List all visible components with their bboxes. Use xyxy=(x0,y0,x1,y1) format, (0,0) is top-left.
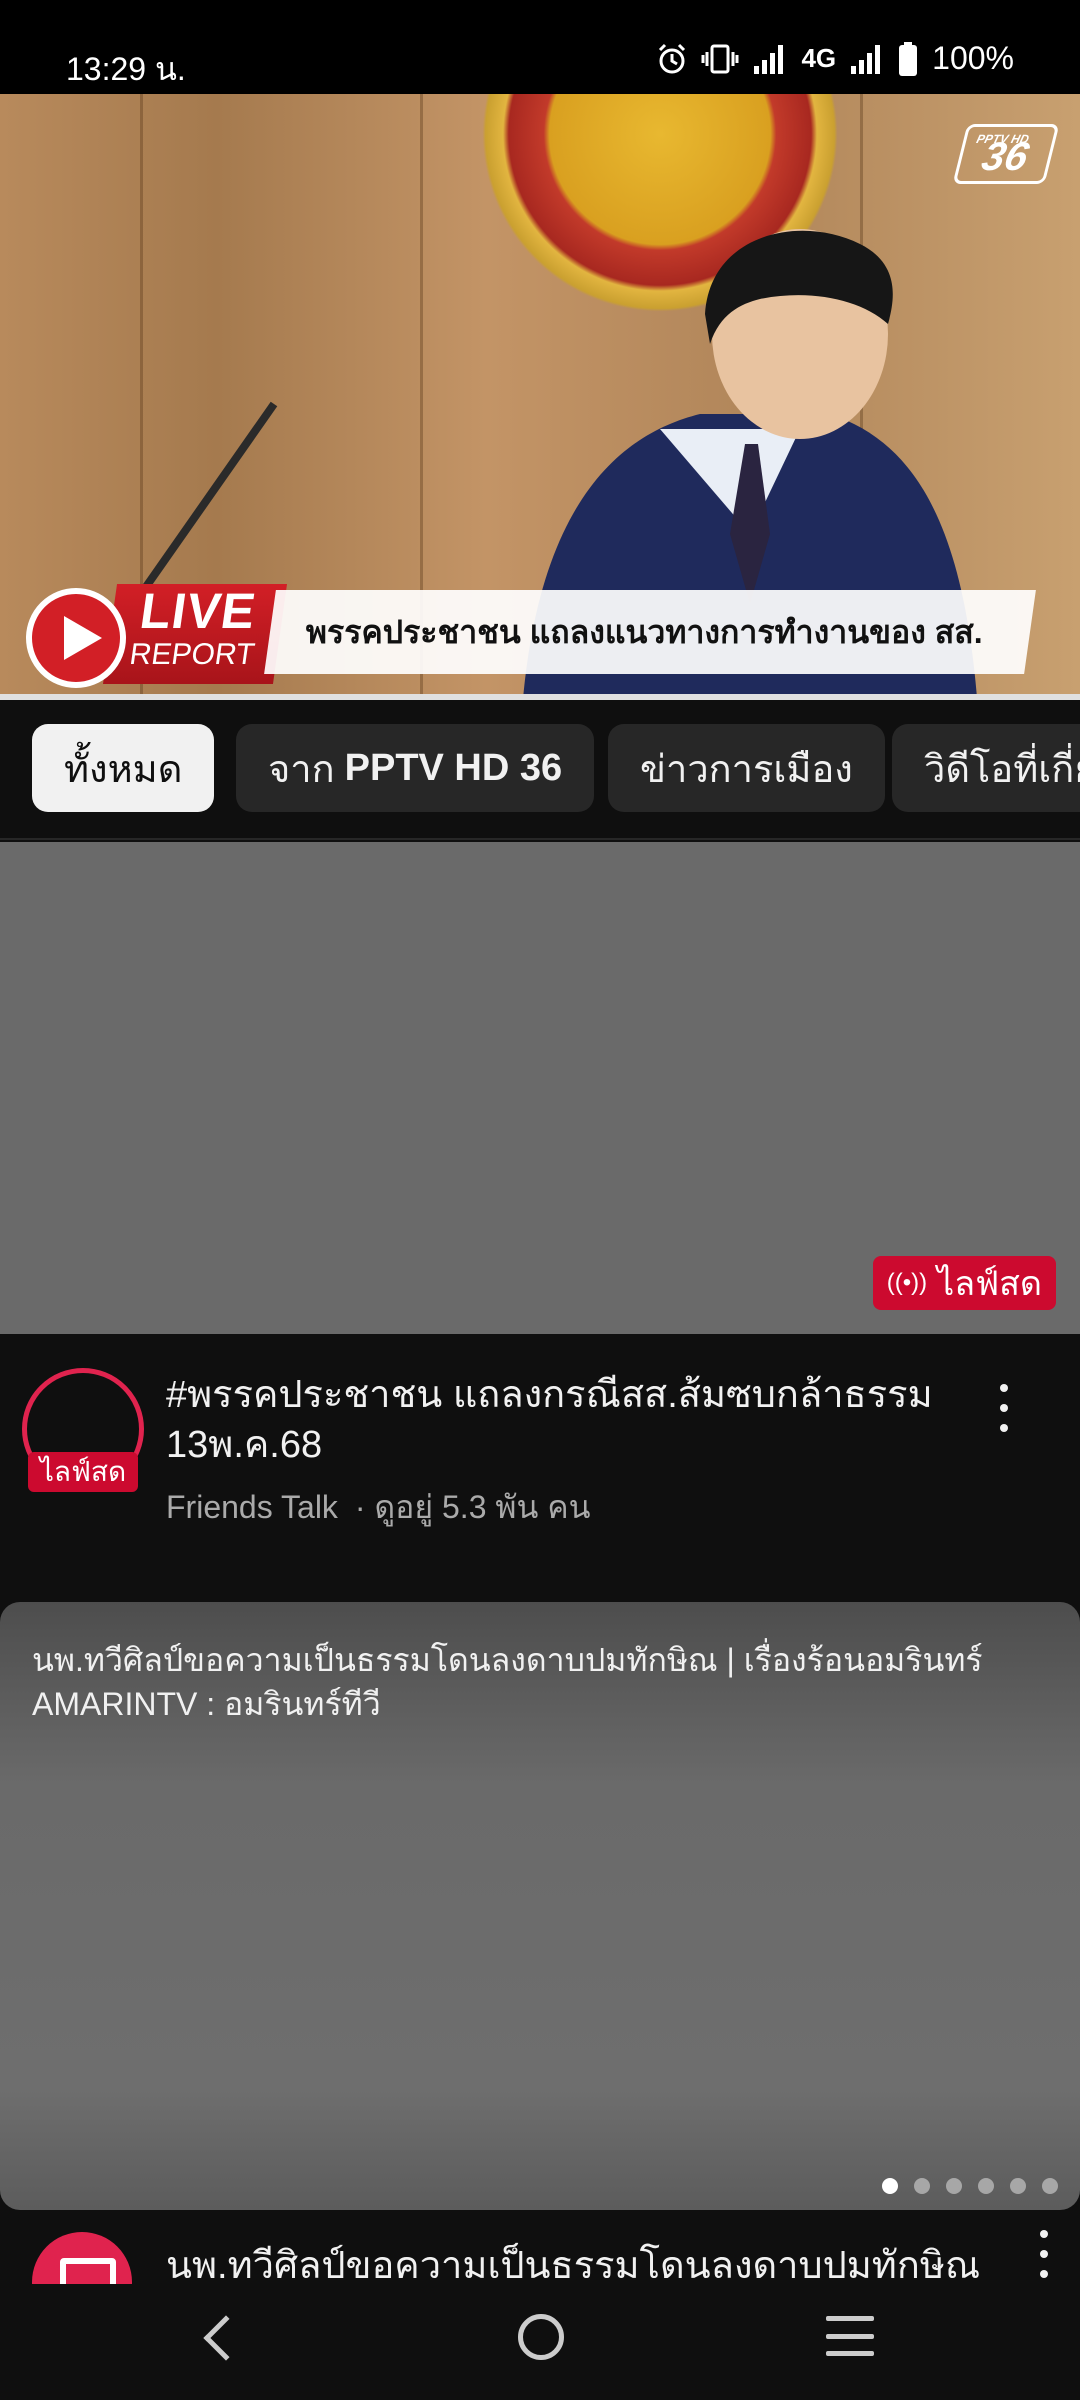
battery-percent: 100% xyxy=(932,40,1014,76)
carousel-dot xyxy=(1042,2178,1058,2194)
more-options-icon[interactable] xyxy=(984,1378,1024,1438)
report-label: REPORT xyxy=(127,638,257,671)
video-title: #พรรคประชาชน แถลงกรณีสส.ส้มซบกล้าธรรม 13… xyxy=(166,1374,933,1466)
chip-label-bold: PPTV HD 36 xyxy=(344,746,563,789)
recent-apps-icon[interactable] xyxy=(826,2316,874,2356)
video-thumbnail[interactable]: ((•)) ไลฟ์สด xyxy=(0,842,1080,1334)
preview-overlay-title: นพ.ทวีศิลป์ขอความเป็นธรรมโดนลงดาบปมทักษิ… xyxy=(32,1642,983,1722)
live-report-banner: LIVE REPORT พรรคประชาชน แถลงแนวทางการทำง… xyxy=(20,583,1036,688)
carousel-dot xyxy=(1010,2178,1026,2194)
carousel-dot xyxy=(914,2178,930,2194)
channel-logo: PPTV HD 36 xyxy=(952,124,1060,184)
channel-avatar[interactable] xyxy=(32,2232,132,2284)
alarm-icon xyxy=(659,43,686,73)
filter-chips: ทั้งหมด จาก PPTV HD 36 ข่าวการเมือง วิดีโ… xyxy=(0,700,1080,840)
status-time: 13:29 น. xyxy=(66,51,186,87)
vibrate-icon xyxy=(701,44,739,73)
video-title: นพ.ทวีศิลป์ขอความเป็นธรรมโดนลงดาบปมทักษิ… xyxy=(166,2245,981,2284)
video-player[interactable]: PPTV HD 36 LIVE REPORT พรรคประชาชน แถลงแน… xyxy=(0,94,1080,698)
live-badge-label: ไลฟ์สด xyxy=(937,1265,1042,1303)
carousel-dot xyxy=(978,2178,994,2194)
chip-label: ทั้งหมด xyxy=(64,748,183,791)
chip-politics[interactable]: ข่าวการเมือง xyxy=(608,724,885,812)
video-preview-card[interactable]: นพ.ทวีศิลป์ขอความเป็นธรรมโดนลงดาบปมทักษิ… xyxy=(0,1602,1080,2210)
back-icon[interactable] xyxy=(203,2315,249,2361)
viewer-count: · ดูอยู่ 5.3 พัน คน xyxy=(354,1489,591,1525)
more-options-icon[interactable] xyxy=(1024,2224,1064,2284)
video-subtitle: Friends Talk · ดูอยู่ 5.3 พัน คน xyxy=(166,1482,591,1533)
avatar-live-tag: ไลฟ์สด xyxy=(28,1452,138,1492)
signal-icon xyxy=(754,44,784,74)
carousel-dots xyxy=(882,2178,1058,2194)
status-bar: 13:29 น. 4G 100% xyxy=(0,0,1080,94)
headline-bar: พรรคประชาชน แถลงแนวทางการทำงานของ สส. xyxy=(264,590,1036,674)
live-broadcast-icon: ((•)) xyxy=(886,1269,928,1296)
video-info[interactable]: นพ.ทวีศิลป์ขอความเป็นธรรมโดนลงดาบปมทักษิ… xyxy=(0,2210,1080,2284)
system-nav-bar xyxy=(0,2284,1080,2400)
live-report-box: LIVE REPORT xyxy=(102,583,288,684)
live-badge: ((•)) ไลฟ์สด xyxy=(872,1256,1056,1310)
chip-related[interactable]: วิดีโอที่เกี่ย xyxy=(892,724,1080,812)
status-icons: 4G 100% xyxy=(657,40,1014,77)
video-info[interactable]: ไลฟ์สด #พรรคประชาชน แถลงกรณีสส.ส้มซบกล้า… xyxy=(0,1334,1080,1602)
chip-all[interactable]: ทั้งหมด xyxy=(32,724,215,812)
play-icon xyxy=(26,588,126,688)
carousel-dot xyxy=(946,2178,962,2194)
battery-icon xyxy=(899,41,918,76)
live-label: LIVE xyxy=(136,583,260,639)
signal-icon-2 xyxy=(851,44,881,74)
carousel-dot xyxy=(882,2178,898,2194)
channel-name: Friends Talk xyxy=(166,1489,338,1525)
chip-label: วิดีโอที่เกี่ย xyxy=(924,748,1080,791)
home-icon[interactable] xyxy=(518,2314,564,2360)
chip-label: จาก xyxy=(268,748,335,791)
headline-text: พรรคประชาชน แถลงแนวทางการทำงานของ สส. xyxy=(306,613,983,650)
chip-label: ข่าวการเมือง xyxy=(640,748,853,791)
network-type: 4G xyxy=(801,43,837,73)
chip-from-channel[interactable]: จาก PPTV HD 36 xyxy=(236,724,595,812)
